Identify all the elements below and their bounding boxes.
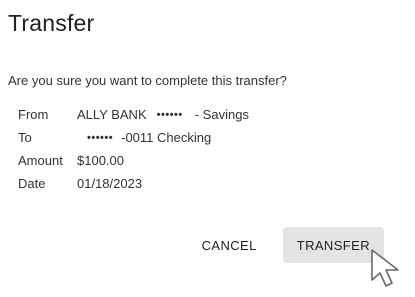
date-value: 01/18/2023 bbox=[77, 176, 143, 191]
from-row: From ALLY BANK •••••• - Savings bbox=[18, 103, 249, 126]
transfer-dialog: Transfer Are you sure you want to comple… bbox=[0, 0, 415, 297]
to-account-mask: •••••• bbox=[87, 131, 114, 144]
confirmation-question: Are you sure you want to complete this t… bbox=[8, 73, 287, 88]
from-bank: ALLY BANK bbox=[77, 107, 147, 122]
from-account-mask: •••••• bbox=[156, 108, 183, 121]
transfer-details: From ALLY BANK •••••• - Savings To •••••… bbox=[18, 103, 249, 195]
to-row: To •••••• -0011 Checking bbox=[18, 126, 249, 149]
from-value: ALLY BANK •••••• - Savings bbox=[77, 107, 249, 122]
from-account-type: - Savings bbox=[194, 107, 249, 122]
transfer-button[interactable]: TRANSFER bbox=[282, 227, 384, 263]
date-label: Date bbox=[18, 176, 46, 191]
dialog-actions: CANCEL TRANSFER bbox=[188, 227, 384, 263]
dialog-title: Transfer bbox=[8, 10, 95, 36]
amount-value: $100.00 bbox=[77, 153, 124, 168]
to-account-type: -0011 Checking bbox=[121, 130, 212, 145]
from-label: From bbox=[18, 107, 49, 122]
to-value: •••••• -0011 Checking bbox=[77, 130, 211, 145]
amount-label: Amount bbox=[18, 153, 63, 168]
to-label: To bbox=[18, 130, 32, 145]
amount-row: Amount $100.00 bbox=[18, 149, 249, 172]
cancel-button[interactable]: CANCEL bbox=[188, 227, 271, 263]
date-row: Date 01/18/2023 bbox=[18, 172, 249, 195]
